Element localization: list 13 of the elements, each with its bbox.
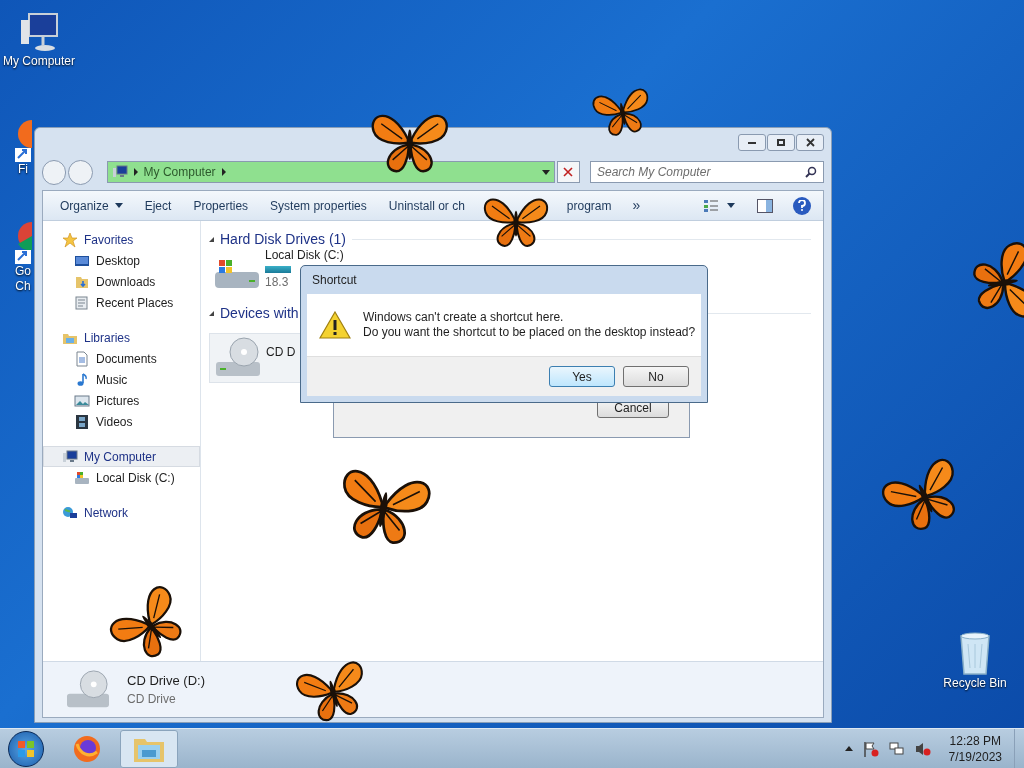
drive-free-space: 18.3 (265, 273, 289, 291)
desktop-icon-label: Ch (15, 279, 31, 294)
dialog-message: Do you want the shortcut to be placed on the desktop instead? (363, 325, 696, 340)
desktop-icon-label: My Computer (3, 54, 75, 69)
dialog-title: Shortcut (311, 272, 358, 289)
desktop-icon-label: Go (15, 264, 31, 279)
details-type: CD Drive (127, 691, 177, 709)
drive-name: CD D (266, 344, 296, 361)
details-name: CD Drive (D:) (127, 671, 205, 690)
dialog-message: Windows can't create a shortcut here. (363, 310, 565, 325)
drive-name: Local Disk (C:) (265, 247, 344, 264)
desktop-icon-label: Fi (18, 162, 28, 177)
desktop-icon-label: Recycle Bin (943, 676, 1007, 691)
